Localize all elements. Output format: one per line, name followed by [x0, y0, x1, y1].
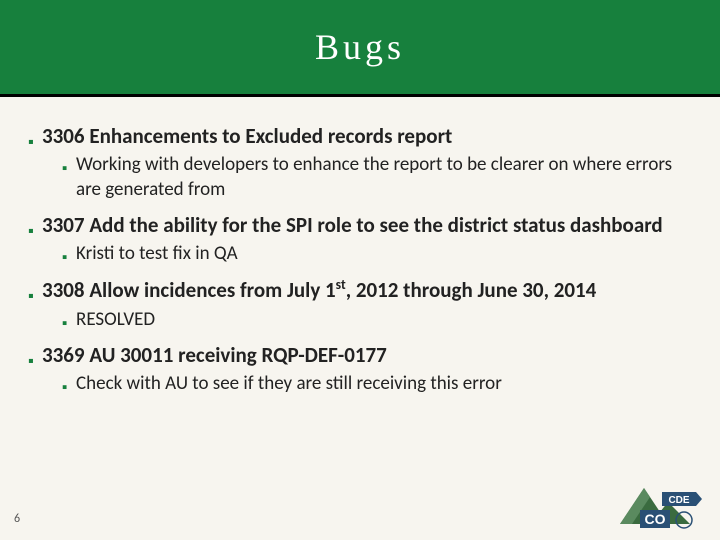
list-item: ▪ 3306 Enhancements to Excluded records …	[28, 123, 692, 149]
subitem-label: Check with AU to see if they are still r…	[76, 372, 502, 396]
square-bullet-icon: ▪	[62, 162, 76, 177]
slide-title: Bugs	[315, 26, 405, 68]
page-number: 6	[14, 512, 20, 526]
list-item: ▪ 3307 Add the ability for the SPI role …	[28, 212, 692, 238]
content-area: ▪ 3306 Enhancements to Excluded records …	[0, 97, 720, 397]
list-item: ▪ 3308 Allow incidences from July 1st, 2…	[28, 276, 692, 303]
list-item: ▪ 3369 AU 30011 receiving RQP-DEF-0177	[28, 342, 692, 368]
square-bullet-icon: ▪	[28, 135, 42, 151]
item-label: 3306 Enhancements to Excluded records re…	[42, 123, 452, 149]
cde-logo: CDE CO	[610, 474, 702, 534]
square-bullet-icon: ▪	[62, 317, 76, 332]
title-bar: Bugs	[0, 0, 720, 94]
list-subitem: ▪ RESOLVED	[28, 308, 692, 332]
list-subitem: ▪ Working with developers to enhance the…	[28, 153, 692, 202]
list-subitem: ▪ Check with AU to see if they are still…	[28, 372, 692, 396]
subitem-label: Kristi to test fix in QA	[76, 242, 238, 266]
item-label: 3369 AU 30011 receiving RQP-DEF-0177	[42, 342, 387, 368]
square-bullet-icon: ▪	[28, 224, 42, 240]
square-bullet-icon: ▪	[62, 381, 76, 396]
slide: Bugs ▪ 3306 Enhancements to Excluded rec…	[0, 0, 720, 540]
square-bullet-icon: ▪	[28, 354, 42, 370]
subitem-label: Working with developers to enhance the r…	[76, 153, 692, 202]
co-text: CO	[645, 511, 666, 527]
cde-text: CDE	[668, 495, 689, 506]
item-label: 3308 Allow incidences from July 1st, 201…	[42, 276, 596, 303]
subitem-label: RESOLVED	[76, 308, 155, 332]
square-bullet-icon: ▪	[28, 289, 42, 305]
square-bullet-icon: ▪	[62, 251, 76, 266]
item-label: 3307 Add the ability for the SPI role to…	[42, 212, 663, 238]
banner-tail-icon	[696, 492, 702, 506]
list-subitem: ▪ Kristi to test fix in QA	[28, 242, 692, 266]
